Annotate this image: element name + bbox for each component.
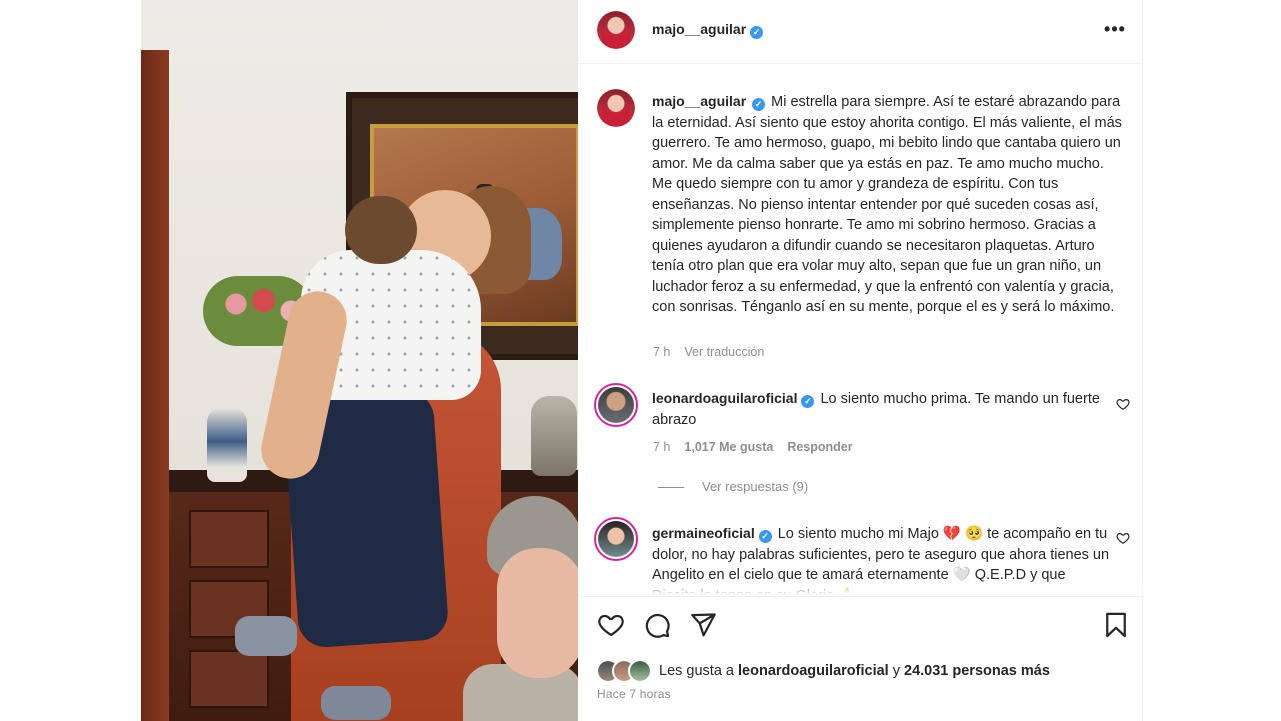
view-replies-button[interactable]: Ver respuestas (9)	[658, 479, 808, 494]
comment-body: Lo siento mucho mi Majo	[777, 526, 939, 542]
reply-button[interactable]: Responder	[787, 440, 852, 454]
comment-avatar[interactable]	[594, 517, 638, 561]
verified-badge-icon: ✓	[750, 26, 764, 39]
liker-avatar	[628, 659, 652, 683]
post-side-panel: majo__aguilar ✓ ••• majo__aguilar ✓ Mi estr…	[578, 0, 1143, 721]
comment-like-heart-icon[interactable]	[1116, 397, 1130, 411]
more-options-icon[interactable]: •••	[1102, 18, 1128, 40]
post-header: majo__aguilar ✓ •••	[578, 0, 1143, 64]
author-avatar[interactable]	[597, 11, 635, 49]
comments-section[interactable]: majo__aguilar ✓ Mi estrella para siempre. …	[578, 65, 1143, 595]
caption-time: 7 h	[653, 345, 671, 359]
post-timestamp: Hace 7 horas	[597, 687, 671, 701]
comment-like-heart-icon[interactable]	[1116, 531, 1130, 545]
post-actions: Les gusta a leonardoaguilaroficial y 24.…	[578, 596, 1143, 721]
heart-icon[interactable]	[597, 611, 625, 639]
comment-icon[interactable]	[643, 611, 671, 639]
liker-username[interactable]: leonardoaguilaroficial	[738, 663, 889, 679]
likes-count[interactable]: 24.031 personas más	[904, 663, 1050, 679]
author-username[interactable]: majo__aguilar	[652, 21, 746, 37]
comment-username[interactable]: germaineoficial	[652, 525, 755, 541]
caption-username[interactable]: majo__aguilar	[652, 93, 746, 109]
comment-username[interactable]: leonardoaguilaroficial	[652, 390, 797, 406]
post-photo[interactable]	[141, 0, 578, 721]
verified-badge-icon: ✓	[758, 530, 772, 543]
caption-body: Mi estrella para siempre. Así te estaré …	[652, 94, 1122, 315]
comment-avatar[interactable]	[594, 383, 638, 427]
instagram-post-view: majo__aguilar ✓ ••• majo__aguilar ✓ Mi estr…	[0, 0, 1281, 721]
sad-face-emoji: 🥺	[965, 526, 984, 542]
broken-heart-emoji: 💔	[942, 526, 961, 542]
verified-badge-icon: ✓	[801, 395, 815, 408]
comment-item: leonardoaguilaroficial ✓ Lo siento mucho p…	[652, 388, 1112, 430]
comment-likes[interactable]: 1,017 Me gusta	[684, 440, 773, 454]
comment-meta: 7 h 1,017 Me gusta Responder	[653, 440, 867, 454]
caption-meta: 7 h Ver traducción	[653, 345, 778, 359]
verified-badge-icon: ✓	[752, 98, 766, 111]
caption-avatar[interactable]	[597, 89, 635, 127]
translate-link[interactable]: Ver traducción	[684, 345, 764, 359]
post-caption: majo__aguilar ✓ Mi estrella para siempre. …	[652, 91, 1122, 318]
share-icon[interactable]	[689, 611, 717, 639]
comment-time: 7 h	[653, 440, 671, 454]
likes-summary[interactable]: Les gusta a leonardoaguilaroficial y 24.…	[659, 663, 1050, 679]
bookmark-icon[interactable]	[1102, 611, 1130, 639]
